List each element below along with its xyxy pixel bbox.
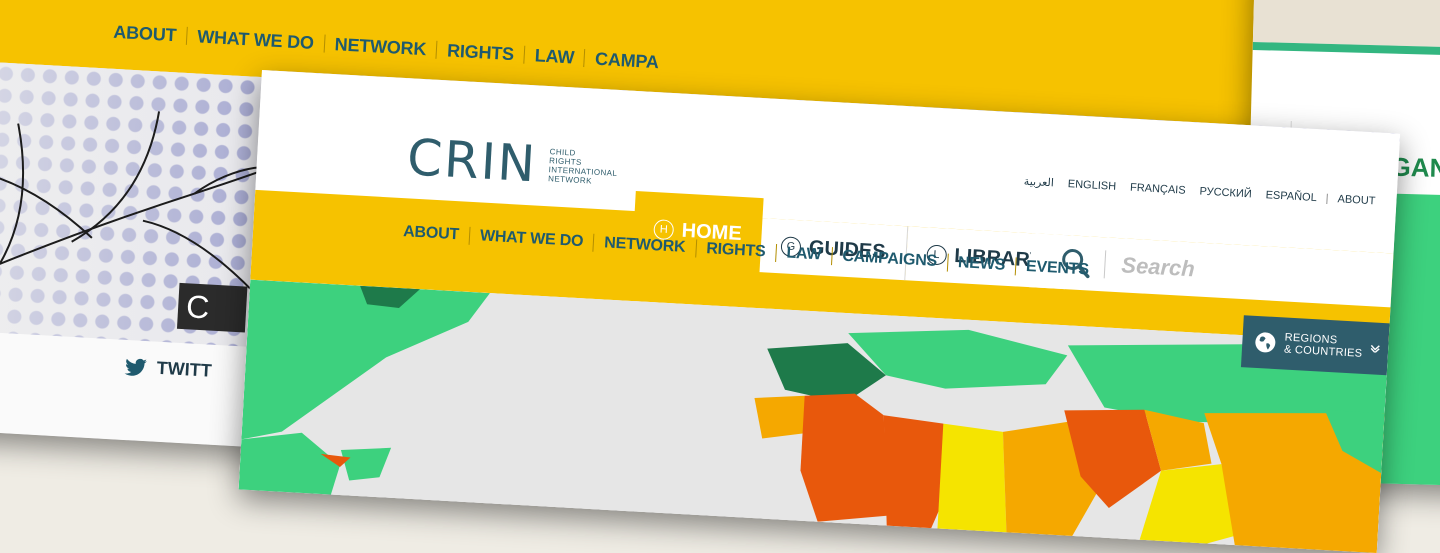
search-input[interactable] [1118, 251, 1374, 294]
nav-news[interactable]: NEWS [946, 253, 1016, 276]
lang-french[interactable]: FRANÇAIS [1123, 181, 1193, 197]
back-nav-what-we-do[interactable]: WHAT WE DO [185, 26, 325, 53]
map-region [936, 423, 1007, 543]
back-nav-law[interactable]: LAW [523, 45, 585, 67]
chevron-down-icon [1371, 344, 1381, 353]
regions-countries-button[interactable]: REGIONS & COUNTRIES [1240, 315, 1390, 376]
lang-russian[interactable]: РУССКИЙ [1192, 185, 1259, 201]
back-nav-about[interactable]: ABOUT [113, 22, 187, 45]
nav-events[interactable]: EVENTS [1014, 257, 1100, 281]
logo-wordmark: CRIN [405, 128, 539, 194]
crin-homepage-screenshot: CRIN CHILD RIGHTS INTERNATIONAL NETWORK … [238, 70, 1401, 553]
nav-rights[interactable]: RIGHTS [694, 239, 776, 262]
top-about-link[interactable]: ABOUT [1330, 192, 1382, 207]
twitter-label: TWITT [156, 357, 213, 381]
back-nav-network[interactable]: NETWORK [323, 34, 437, 59]
back-nav-rights[interactable]: RIGHTS [435, 40, 525, 64]
search-divider [1103, 250, 1107, 279]
back-nav-campaigns[interactable]: CAMPA [583, 49, 670, 72]
language-selector: العربية ENGLISH FRANÇAIS РУССКИЙ ESPAÑOL… [1017, 174, 1383, 207]
nav-about[interactable]: ABOUT [403, 223, 470, 245]
regions-label-line2: & COUNTRIES [1283, 343, 1363, 360]
regions-label: REGIONS & COUNTRIES [1284, 332, 1364, 360]
lang-arabic[interactable]: العربية [1017, 174, 1062, 190]
logo-subtitle: CHILD RIGHTS INTERNATIONAL NETWORK [544, 147, 619, 187]
back-logo-fragment: C [176, 282, 248, 333]
lang-english[interactable]: ENGLISH [1061, 177, 1124, 193]
nav-law[interactable]: LAW [774, 243, 832, 266]
right-hero-image [1252, 0, 1440, 49]
globe-icon [1255, 332, 1276, 353]
twitter-icon [124, 358, 147, 376]
lang-spanish[interactable]: ESPAÑOL [1258, 188, 1324, 204]
crin-logo[interactable]: CRIN CHILD RIGHTS INTERNATIONAL NETWORK [405, 128, 619, 194]
